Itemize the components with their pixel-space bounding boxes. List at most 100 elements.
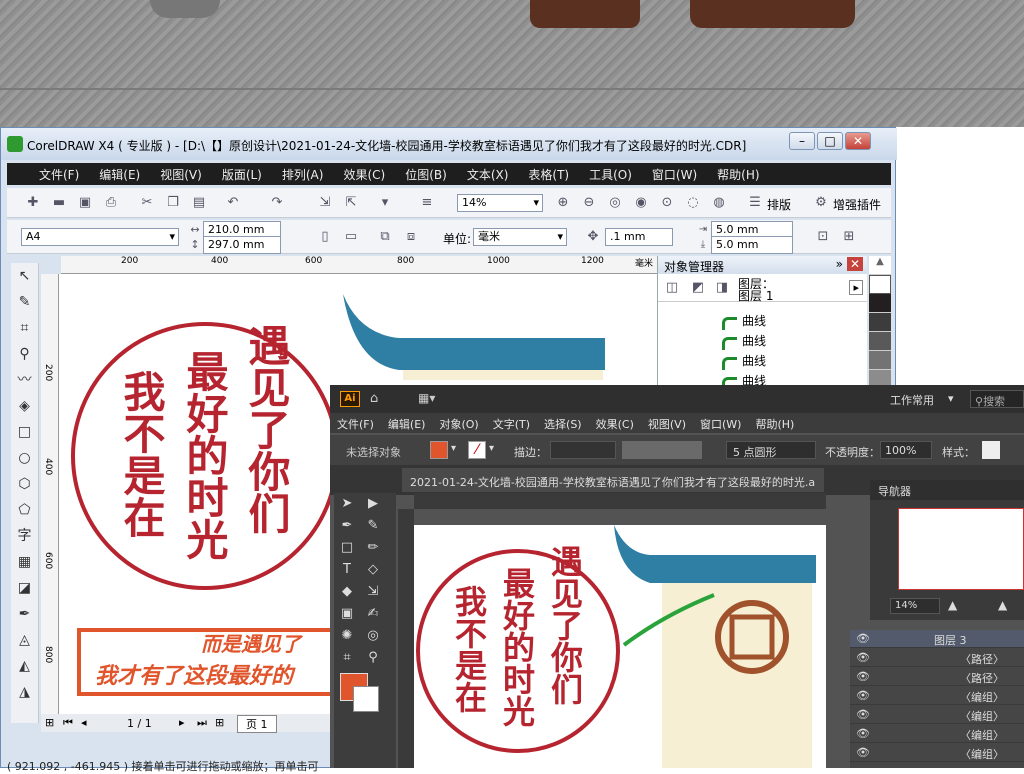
direct-selection-icon[interactable]: ▶	[360, 493, 386, 515]
interactive-fill-icon[interactable]: ◮	[11, 679, 38, 705]
close-button[interactable]: ✕	[845, 132, 871, 150]
navigator-preview[interactable]	[898, 508, 1024, 590]
ai-menu-effect[interactable]: 效果(C)	[589, 413, 641, 432]
basic-shapes-icon[interactable]: ⬠	[11, 497, 38, 523]
nudge-distance-field[interactable]: .1 mm	[605, 228, 673, 246]
open-folder-icon[interactable]: ▬	[51, 195, 67, 211]
all-pages-icon[interactable]: ⧉	[377, 229, 393, 245]
minimize-button[interactable]: –	[789, 132, 815, 150]
color-swatch[interactable]	[869, 351, 891, 370]
polygon-tool-icon[interactable]: ⬡	[11, 471, 38, 497]
copy-icon[interactable]: ❐	[165, 195, 181, 211]
selection-tool-icon[interactable]: ➤	[334, 493, 360, 515]
navigator-zoom-field[interactable]: 14%	[890, 598, 940, 614]
home-icon[interactable]: ⌂	[370, 391, 378, 406]
fill-tool-icon[interactable]: ◭	[11, 653, 38, 679]
menu-arrange[interactable]: 排列(A)	[272, 163, 334, 183]
zoom-page-icon[interactable]: ⊙	[659, 195, 675, 211]
zoom-all-icon[interactable]: ◉	[633, 195, 649, 211]
portrait-icon[interactable]: ▯	[317, 229, 333, 245]
current-page-icon[interactable]: ⧈	[403, 229, 419, 245]
zoom-width-icon[interactable]: ◌	[685, 195, 701, 211]
rectangle-tool-icon[interactable]: □	[11, 419, 38, 445]
menu-text[interactable]: 文本(X)	[457, 163, 519, 183]
panel-close-icon[interactable]: ✕	[846, 257, 863, 271]
ai-menu-type[interactable]: 文字(T)	[486, 413, 537, 432]
blend-tool-icon[interactable]: ◎	[360, 625, 386, 647]
visibility-eye-icon[interactable]: 👁	[856, 746, 870, 759]
layout-icon[interactable]: ☰	[747, 195, 763, 211]
sublayer-row[interactable]: 👁 〈编组〉	[850, 687, 1024, 705]
add-page-icon[interactable]: ⊞	[45, 716, 54, 729]
sublayer-row[interactable]: 👁 〈路径〉	[850, 649, 1024, 667]
stroke-color-swatch[interactable]	[353, 686, 379, 712]
sublayer-row[interactable]: 👁 〈编组〉	[850, 744, 1024, 762]
zoom-in-icon[interactable]: ⊕	[555, 195, 571, 211]
visibility-eye-icon[interactable]: 👁	[856, 689, 870, 702]
application-launcher-icon[interactable]: ▾	[377, 195, 393, 211]
curvature-tool-icon[interactable]: ✎	[360, 515, 386, 537]
visibility-eye-icon[interactable]: 👁	[856, 651, 870, 664]
pencil-tool-icon[interactable]: ✏	[360, 537, 386, 559]
zoom-selected-icon[interactable]: ◎	[607, 195, 623, 211]
plugin-icon[interactable]: ⚙	[813, 195, 829, 211]
zoom-tool-icon[interactable]: ⚲	[360, 647, 386, 669]
export-icon[interactable]: ⇱	[343, 195, 359, 211]
layer-manager-view-icon[interactable]: ◨	[714, 280, 730, 296]
treat-as-filled-icon[interactable]: ⊡	[815, 229, 831, 245]
eraser-tool-icon[interactable]: ◆	[334, 581, 360, 603]
save-icon[interactable]: ▣	[77, 195, 93, 211]
shape-tool-icon[interactable]: ✎	[11, 289, 38, 315]
zoom-level-select[interactable]: 14% ▾	[457, 194, 543, 212]
first-page-icon[interactable]: ⏮	[63, 716, 73, 730]
visibility-eye-icon[interactable]: 👁	[856, 727, 870, 740]
ai-menu-help[interactable]: 帮助(H)	[748, 413, 801, 432]
menu-table[interactable]: 表格(T)	[518, 163, 579, 183]
layout-button[interactable]: 排版	[767, 196, 791, 213]
page-height-field[interactable]: 297.0 mm	[203, 236, 281, 254]
page-tab[interactable]: 页 1	[237, 715, 277, 733]
menu-bitmaps[interactable]: 位图(B)	[395, 163, 457, 183]
next-page-icon[interactable]: ▸	[179, 716, 185, 729]
freehand-tool-icon[interactable]: 〰	[11, 367, 38, 393]
welcome-screen-icon[interactable]: ≡	[419, 195, 435, 211]
redo-icon[interactable]: ↷	[269, 195, 285, 211]
object-row[interactable]: 曲线	[658, 332, 867, 352]
menu-help[interactable]: 帮助(H)	[707, 163, 769, 183]
flyout-arrow-icon[interactable]: ▸	[849, 280, 863, 295]
menu-layout[interactable]: 版面(L)	[212, 163, 272, 183]
zoom-height-icon[interactable]: ◍	[711, 195, 727, 211]
no-color-swatch[interactable]	[869, 275, 891, 294]
stroke-weight-field[interactable]	[550, 441, 616, 459]
page-size-select[interactable]: A4 ▾	[21, 228, 179, 246]
paste-icon[interactable]: ▤	[191, 195, 207, 211]
landscape-icon[interactable]: ▭	[343, 229, 359, 245]
layer-row[interactable]: 👁 图层 3	[850, 630, 1024, 648]
visibility-eye-icon[interactable]: 👁	[856, 670, 870, 683]
add-page-end-icon[interactable]: ⊞	[215, 716, 224, 729]
eyedropper-tool-icon[interactable]: ✒	[11, 601, 38, 627]
menu-view[interactable]: 视图(V)	[150, 163, 212, 183]
menu-window[interactable]: 窗口(W)	[642, 163, 707, 183]
menu-edit[interactable]: 编辑(E)	[89, 163, 150, 183]
visibility-eye-icon[interactable]: 👁	[856, 708, 870, 721]
show-properties-icon[interactable]: ◫	[664, 280, 680, 296]
ai-menu-file[interactable]: 文件(F)	[330, 413, 381, 432]
undo-icon[interactable]: ↶	[225, 195, 241, 211]
arrange-documents-icon[interactable]: ▦▾	[418, 391, 435, 405]
color-swatch[interactable]	[869, 313, 891, 332]
cut-icon[interactable]: ✂	[139, 195, 155, 211]
brush-definition-select[interactable]: 5 点圆形	[726, 441, 816, 459]
expand-icon[interactable]: »	[836, 257, 843, 271]
pick-tool-icon[interactable]: ↖	[11, 263, 38, 289]
workspace-switcher[interactable]: 工作常用	[890, 392, 934, 408]
type-tool-icon[interactable]: T	[334, 559, 360, 581]
color-swatch[interactable]	[869, 294, 891, 313]
stroke-dropdown-icon[interactable]: ▾	[489, 443, 494, 454]
sublayer-row[interactable]: 👁 〈编组〉	[850, 725, 1024, 743]
text-tool-icon[interactable]: 字	[11, 523, 38, 549]
object-row[interactable]: 曲线	[658, 352, 867, 372]
prev-page-icon[interactable]: ◂	[81, 716, 87, 729]
last-page-icon[interactable]: ⏭	[197, 716, 207, 730]
ellipse-tool-icon[interactable]: ○	[11, 445, 38, 471]
